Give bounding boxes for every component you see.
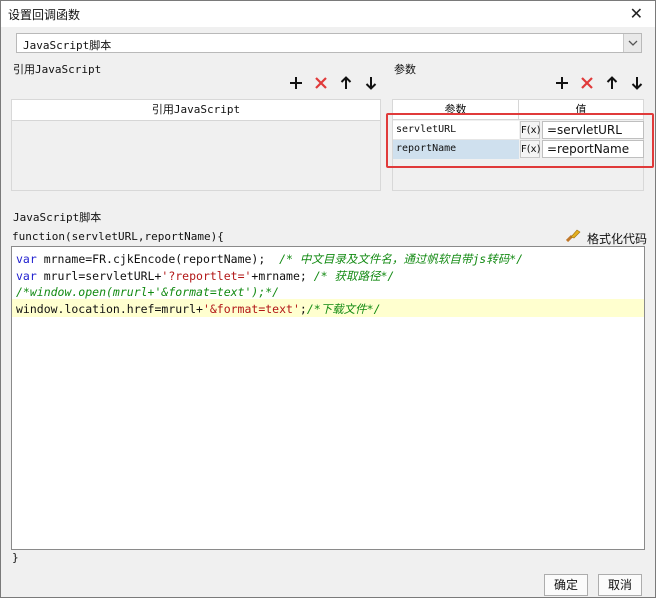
param-move-up-button[interactable] [604, 76, 620, 94]
code-comment: /* 中文目录及文件名，通过帆软自带js转码*/ [279, 252, 524, 266]
script-section-label: JavaScript脚本 [13, 211, 102, 224]
ref-js-column-header: 引用JavaScript [12, 100, 380, 121]
code-line: window.location.href=mrurl+'&format=text… [16, 301, 381, 317]
ref-add-button[interactable] [288, 76, 304, 94]
ref-js-table: 引用JavaScript [11, 99, 381, 191]
brush-icon[interactable] [565, 228, 582, 243]
code-string: '&format=text' [202, 302, 300, 316]
code-text: window.location.href=mrurl+ [16, 302, 203, 316]
format-code-button[interactable]: 格式化代码 [587, 230, 647, 247]
ref-js-section-label: 引用JavaScript [13, 63, 102, 76]
ok-button[interactable]: 确定 [544, 574, 588, 596]
code-string: '?reportlet=' [161, 269, 252, 283]
code-comment: /*下载文件*/ [306, 302, 381, 316]
param-section-label: 参数 [394, 63, 416, 76]
param-delete-button[interactable] [579, 76, 595, 94]
code-text: mrname=FR.cjkEncode(reportName); [36, 252, 280, 266]
code-text: ; [299, 302, 307, 316]
highlight-box [386, 113, 654, 168]
callback-type-select[interactable]: JavaScript脚本 [16, 33, 642, 53]
chevron-down-icon[interactable] [623, 34, 641, 52]
code-editor[interactable]: var mrname=FR.cjkEncode(reportName); /* … [11, 246, 645, 550]
param-add-button[interactable] [554, 76, 570, 94]
dialog-title: 设置回调函数 [8, 8, 81, 22]
function-closing-brace: } [12, 551, 19, 564]
title-bar: 设置回调函数 ✕ [1, 1, 655, 27]
function-signature: function(servletURL,reportName){ [12, 230, 224, 243]
cancel-button[interactable]: 取消 [598, 574, 642, 596]
param-move-down-button[interactable] [629, 76, 645, 94]
callback-type-value: JavaScript脚本 [23, 39, 112, 52]
code-line: /*window.open(mrurl+'&format=text');*/ [16, 285, 279, 299]
code-keyword: var [16, 252, 37, 266]
ref-delete-button[interactable] [313, 76, 329, 94]
code-keyword: var [16, 269, 37, 283]
ref-move-down-button[interactable] [363, 76, 379, 94]
code-comment: /*window.open(mrurl+'&format=text');*/ [16, 285, 280, 299]
code-line: var mrurl=servletURL+'?reportlet='+mrnam… [16, 268, 394, 284]
dialog-window: 设置回调函数 ✕ JavaScript脚本 引用JavaScript 引用Jav… [0, 0, 656, 598]
code-text: mrurl=servletURL+ [36, 269, 162, 283]
ref-move-up-button[interactable] [338, 76, 354, 94]
close-icon[interactable]: ✕ [630, 4, 643, 23]
code-text: +mrname; [251, 269, 314, 283]
code-line: var mrname=FR.cjkEncode(reportName); /* … [16, 251, 523, 267]
code-comment: /* 获取路径*/ [313, 269, 395, 283]
